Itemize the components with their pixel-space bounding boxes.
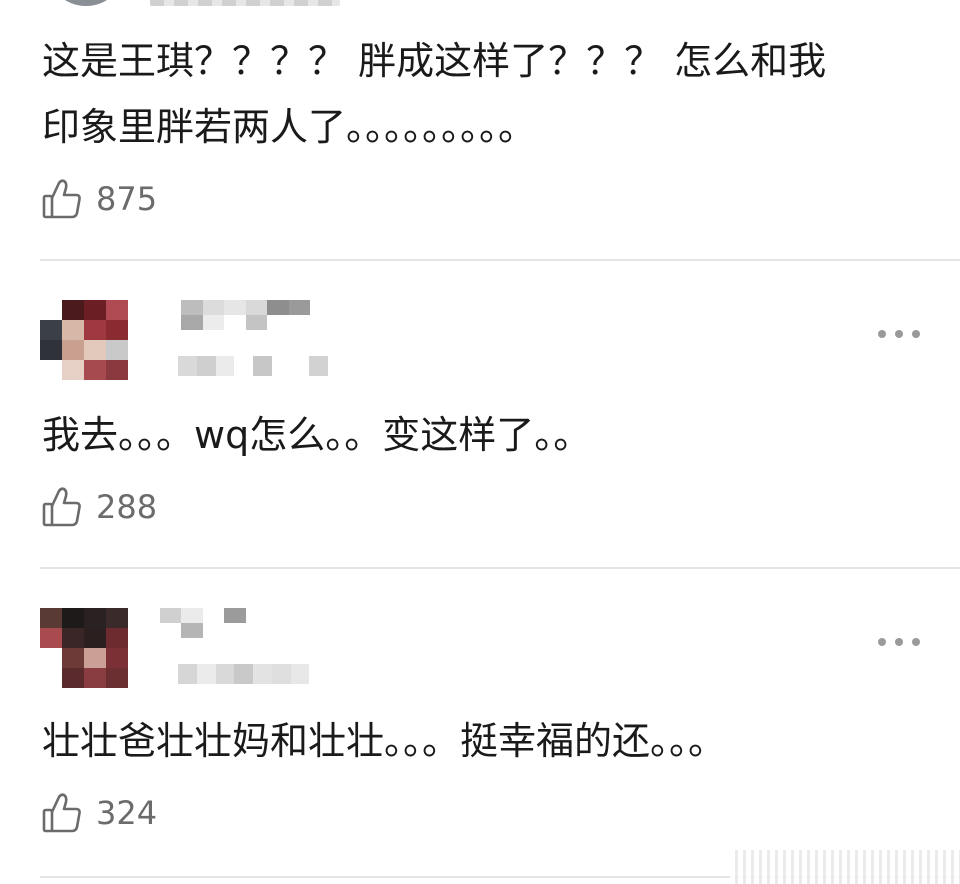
- comment-item: 这是王琪？？？？ 胖成这样了？？？ 怎么和我 印象里胖若两人了。。。。。。。。。…: [0, 0, 960, 262]
- avatar[interactable]: [40, 300, 128, 380]
- thumbs-up-icon: [42, 486, 82, 528]
- thumbs-up-icon: [42, 178, 82, 220]
- comment-meta-blurred: [178, 356, 328, 376]
- comment-header: [0, 608, 960, 698]
- more-dots-icon[interactable]: [878, 320, 920, 348]
- comment-text: 我去。。。wq怎么。。变这样了。。: [42, 413, 592, 457]
- thumbs-up-icon: [42, 792, 82, 834]
- avatar[interactable]: [40, 608, 128, 688]
- like-button[interactable]: 288: [42, 484, 157, 530]
- comment-header: [0, 300, 960, 390]
- comment-meta-blurred: [178, 664, 328, 684]
- comment-item: 壮壮爸壮壮妈和壮壮。。。挺幸福的还。。。 324: [0, 608, 960, 884]
- username-blurred[interactable]: [160, 608, 310, 638]
- like-button[interactable]: 875: [42, 176, 157, 222]
- like-count: 324: [96, 794, 158, 832]
- like-count: 875: [96, 180, 158, 218]
- comment-item: 我去。。。wq怎么。。变这样了。。 288: [0, 300, 960, 570]
- comment-text: 壮壮爸壮壮妈和壮壮。。。挺幸福的还。。。: [42, 719, 727, 763]
- username-blurred[interactable]: [160, 300, 310, 330]
- divider: [40, 259, 960, 261]
- divider: [40, 567, 960, 569]
- watermark: [730, 850, 960, 884]
- like-button[interactable]: 324: [42, 790, 157, 836]
- comment-text: 这是王琪？？？？ 胖成这样了？？？ 怎么和我 印象里胖若两人了。。。。。。。。。: [42, 39, 827, 149]
- more-dots-icon[interactable]: [878, 628, 920, 656]
- like-count: 288: [96, 488, 158, 526]
